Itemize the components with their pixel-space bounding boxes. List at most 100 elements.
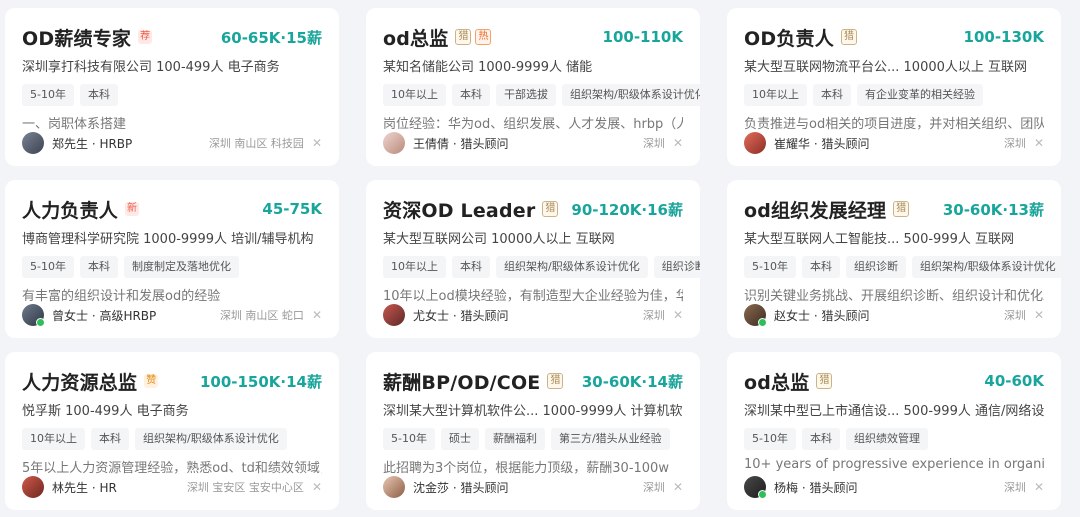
tag: 组织诊断 <box>653 256 700 278</box>
avatar <box>744 476 767 499</box>
job-card[interactable]: OD薪绩专家 荐 60-65K·15薪 深圳享打科技有限公司 100-499人 … <box>5 8 339 166</box>
job-description: 负责推进与od相关的项目进度，并对相关组织、团队... <box>744 117 1044 132</box>
job-card[interactable]: od总监 猎 40-60K 深圳某中型已上市通信设... 500-999人 通信… <box>727 352 1061 510</box>
location: 深圳 <box>1003 137 1026 150</box>
tag: 有企业变革的相关经验 <box>857 84 983 106</box>
job-description: 此招聘为3个岗位，根据能力顶级，薪酬30-100w <box>383 461 669 476</box>
recruiter-name: 王倩倩 · 猎头顾问 <box>413 136 509 151</box>
location: 深圳 <box>642 481 665 494</box>
job-title[interactable]: od总监 <box>744 368 809 395</box>
tag: 组织架构/职级体系设计优化 <box>911 256 1061 278</box>
salary: 30-60K·13薪 <box>942 200 1044 219</box>
avatar <box>383 476 405 498</box>
close-icon[interactable]: ✕ <box>673 308 683 322</box>
tag: 干部选拔 <box>496 84 556 106</box>
salary: 100-130K <box>963 28 1044 46</box>
company-info: 博商管理科学研究院 1000-9999人 培训/辅导机构 <box>22 232 314 247</box>
tag-list: 10年以上 本科 干部选拔 组织架构/职级体系设计优化 <box>383 84 700 106</box>
close-icon[interactable]: ✕ <box>312 136 322 150</box>
salary: 90-120K·16薪 <box>571 200 683 219</box>
salary: 40-60K <box>984 372 1044 390</box>
location: 深圳 <box>642 137 665 150</box>
tag-list: 10年以上 本科 组织架构/职级体系设计优化 组织诊断 <box>383 256 700 278</box>
tag: 组织架构/职级体系设计优化 <box>562 84 700 106</box>
online-dot-icon <box>758 318 767 327</box>
tag: 第三方/猎头从业经验 <box>550 428 670 450</box>
job-title[interactable]: od总监 <box>383 24 448 51</box>
tag: 本科 <box>452 256 490 278</box>
tag: 本科 <box>91 428 129 450</box>
job-card[interactable]: 人力负责人 新 45-75K 博商管理科学研究院 1000-9999人 培训/辅… <box>5 180 339 338</box>
hunter-badge: 猎 <box>547 373 564 389</box>
job-card[interactable]: 资深OD Leader 猎 90-120K·16薪 某大型互联网公司 10000… <box>366 180 700 338</box>
job-title[interactable]: od组织发展经理 <box>744 196 886 223</box>
tag: 5-10年 <box>383 428 435 450</box>
tag: 组织架构/职级体系设计优化 <box>496 256 648 278</box>
job-title[interactable]: 人力资源总监 <box>22 368 137 395</box>
tag-list: 5-10年 本科 <box>22 84 322 106</box>
tag: 本科 <box>79 256 118 278</box>
salary: 60-65K·15薪 <box>220 28 322 47</box>
tag-list: 10年以上 本科 组织架构/职级体系设计优化 <box>22 428 322 450</box>
tag: 组织诊断 <box>845 256 906 278</box>
company-info: 深圳某大型计算机软件公... 1000-9999人 计算机软件 <box>383 404 683 419</box>
recruiter-name: 杨梅 · 猎头顾问 <box>774 480 858 495</box>
job-title[interactable]: OD负责人 <box>744 24 834 51</box>
online-dot-icon <box>758 490 767 499</box>
close-icon[interactable]: ✕ <box>312 480 322 494</box>
close-icon[interactable]: ✕ <box>312 308 322 322</box>
job-card[interactable]: OD负责人 猎 100-130K 某大型互联网物流平台公... 10000人以上… <box>727 8 1061 166</box>
tag-list: 10年以上 本科 有企业变革的相关经验 <box>744 84 1044 106</box>
job-card-grid: OD薪绩专家 荐 60-65K·15薪 深圳享打科技有限公司 100-499人 … <box>0 0 1080 517</box>
company-info: 深圳某中型已上市通信设... 500-999人 通信/网络设备 <box>744 404 1044 419</box>
close-icon[interactable]: ✕ <box>1034 480 1044 494</box>
job-card[interactable]: 薪酬BP/OD/COE 猎 30-60K·14薪 深圳某大型计算机软件公... … <box>366 352 700 510</box>
company-info: 某大型互联网公司 10000人以上 互联网 <box>383 232 615 247</box>
hunter-badge: 猎 <box>455 29 472 45</box>
recruiter-name: 曾女士 · 高级HRBP <box>52 308 157 323</box>
recruiter-name: 沈金莎 · 猎头顾问 <box>413 480 509 495</box>
avatar <box>22 476 44 498</box>
tag: 薪酬福利 <box>484 428 545 450</box>
job-title[interactable]: 人力负责人 <box>22 196 118 223</box>
tag: 10年以上 <box>744 84 807 106</box>
tag-list: 5-10年 硕士 薪酬福利 第三方/猎头从业经验 <box>383 428 683 450</box>
close-icon[interactable]: ✕ <box>1034 308 1044 322</box>
tag: 5-10年 <box>22 84 74 106</box>
close-icon[interactable]: ✕ <box>673 480 683 494</box>
location: 深圳 <box>1003 309 1026 322</box>
avatar <box>383 304 405 326</box>
salary: 100-150K·14薪 <box>199 372 322 391</box>
close-icon[interactable]: ✕ <box>673 136 683 150</box>
hot-badge: 热 <box>475 29 492 45</box>
tag: 制度制定及落地优化 <box>123 256 239 278</box>
job-description: 有丰富的组织设计和发展od的经验 <box>22 289 221 304</box>
hunter-badge: 猎 <box>893 201 910 217</box>
tag-list: 5-10年 本科 组织诊断 组织架构/职级体系设计优化 <box>744 256 1061 278</box>
tag-list: 5-10年 本科 组织绩效管理 <box>744 428 1044 450</box>
job-card[interactable]: od组织发展经理 猎 30-60K·13薪 某大型互联网人工智能技... 500… <box>727 180 1061 338</box>
job-title[interactable]: 资深OD Leader <box>383 196 535 223</box>
tag: 10年以上 <box>383 84 446 106</box>
avatar <box>383 132 405 154</box>
tag-list: 5-10年 本科 制度制定及落地优化 <box>22 256 322 278</box>
tag: 10年以上 <box>22 428 85 450</box>
job-card[interactable]: 人力资源总监 赞 100-150K·14薪 悦孚斯 100-499人 电子商务 … <box>5 352 339 510</box>
recruiter-name: 郑先生 · HRBP <box>52 136 133 151</box>
tag: 本科 <box>79 84 118 106</box>
job-description: 10年以上od模块经验，有制造型大企业经验为佳，华... <box>383 289 683 304</box>
job-title[interactable]: 薪酬BP/OD/COE <box>383 368 540 395</box>
tag: 5-10年 <box>22 256 74 278</box>
company-info: 深圳享打科技有限公司 100-499人 电子商务 <box>22 60 280 75</box>
tag: 组织绩效管理 <box>845 428 928 450</box>
recruiter-name: 尤女士 · 猎头顾问 <box>413 308 509 323</box>
job-title[interactable]: OD薪绩专家 <box>22 24 131 51</box>
job-card[interactable]: od总监 猎 热 100-110K 某知名储能公司 1000-9999人 储能 … <box>366 8 700 166</box>
online-dot-icon <box>36 318 45 327</box>
location: 深圳 宝安区 宝安中心区 <box>186 481 304 494</box>
hunter-badge: 猎 <box>816 373 833 389</box>
hunter-badge: 猎 <box>542 201 559 217</box>
recruiter-name: 崔耀华 · 猎头顾问 <box>774 136 870 151</box>
tag: 10年以上 <box>383 256 446 278</box>
close-icon[interactable]: ✕ <box>1034 136 1044 150</box>
